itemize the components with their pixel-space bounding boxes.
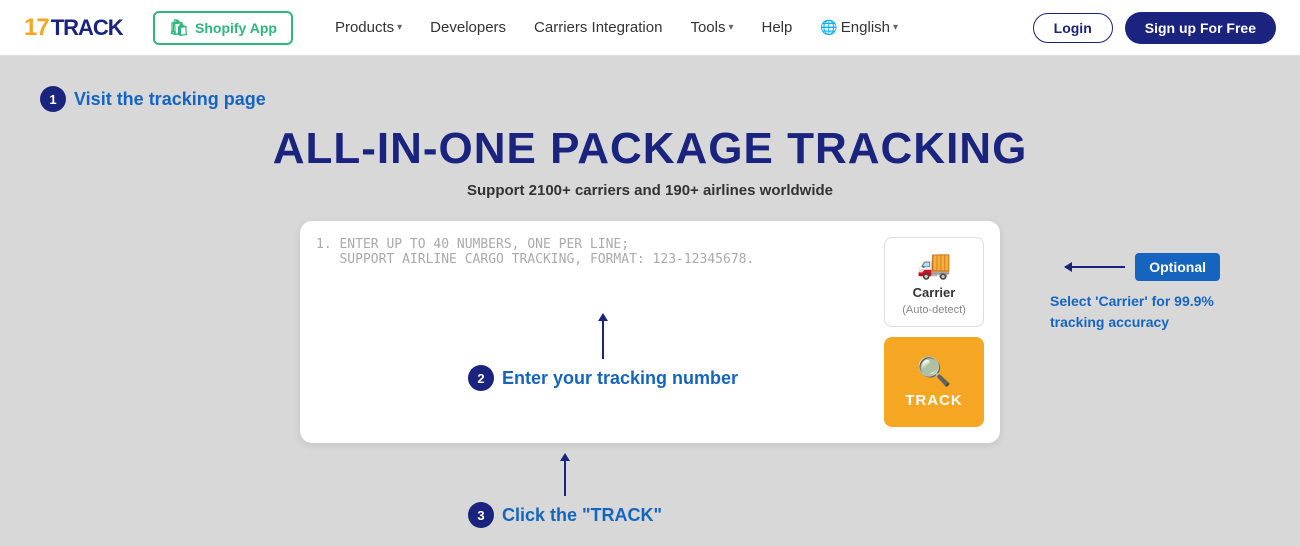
step3-annotation: 3 Click the "TRACK" [468,461,662,528]
logo-text: TRACK [51,15,123,41]
hero-title: ALL-IN-ONE PACKAGE TRACKING [40,124,1260,174]
nav-links: Products ▾ Developers Carriers Integrati… [323,11,1013,44]
nav-carriers[interactable]: Carriers Integration [522,11,674,44]
step2-circle: 2 [468,365,494,391]
logo[interactable]: 17 TRACK [24,14,123,42]
hero-subtitle: Support 2100+ carriers and 190+ airlines… [40,182,1260,199]
logo-number: 17 [24,14,49,42]
tracking-right-panel: 🚚 Carrier (Auto-detect) 🔍 TRACK [884,237,984,427]
optional-annotation: Optional [1065,253,1220,281]
globe-icon: 🌐 [820,19,837,36]
shopify-app-button[interactable]: 🛍 Shopify App [153,11,293,45]
step1-label: 1 Visit the tracking page [40,86,1260,112]
step2-text: Enter your tracking number [502,368,738,389]
nav-help[interactable]: Help [750,11,805,44]
step1-text: Visit the tracking page [74,89,266,110]
carrier-label: Carrier [913,285,956,300]
step1-circle: 1 [40,86,66,112]
right-annotation: Select 'Carrier' for 99.9% tracking accu… [1050,291,1220,333]
tools-chevron-icon: ▾ [728,22,733,33]
track-label: TRACK [905,392,963,409]
step2-annotation: 2 Enter your tracking number [468,321,738,391]
track-button[interactable]: 🔍 TRACK [884,337,984,427]
carrier-sublabel: (Auto-detect) [902,304,966,316]
nav-products[interactable]: Products ▾ [323,11,414,44]
navbar: 17 TRACK 🛍 Shopify App Products ▾ Develo… [0,0,1300,56]
signup-button[interactable]: Sign up For Free [1125,12,1276,44]
shopify-icon: 🛍 [169,18,189,38]
nav-developers[interactable]: Developers [418,11,518,44]
products-chevron-icon: ▾ [397,22,402,33]
page-wrapper: 17 TRACK 🛍 Shopify App Products ▾ Develo… [0,0,1300,443]
track-search-icon: 🔍 [917,355,952,388]
carrier-button[interactable]: 🚚 Carrier (Auto-detect) [884,237,984,327]
nav-tools[interactable]: Tools ▾ [678,11,745,44]
truck-icon: 🚚 [917,248,952,281]
optional-tag: Optional [1135,253,1220,281]
language-chevron-icon: ▾ [893,22,898,33]
shopify-label: Shopify App [195,20,277,36]
nav-right: Login Sign up For Free [1033,12,1276,44]
step3-text: Click the "TRACK" [502,505,662,526]
step3-circle: 3 [468,502,494,528]
nav-language[interactable]: 🌐 English ▾ [808,11,910,44]
login-button[interactable]: Login [1033,13,1113,43]
right-annotation-text: Select 'Carrier' for 99.9% tracking accu… [1050,291,1220,333]
main-content: 1 Visit the tracking page ALL-IN-ONE PAC… [0,56,1300,443]
